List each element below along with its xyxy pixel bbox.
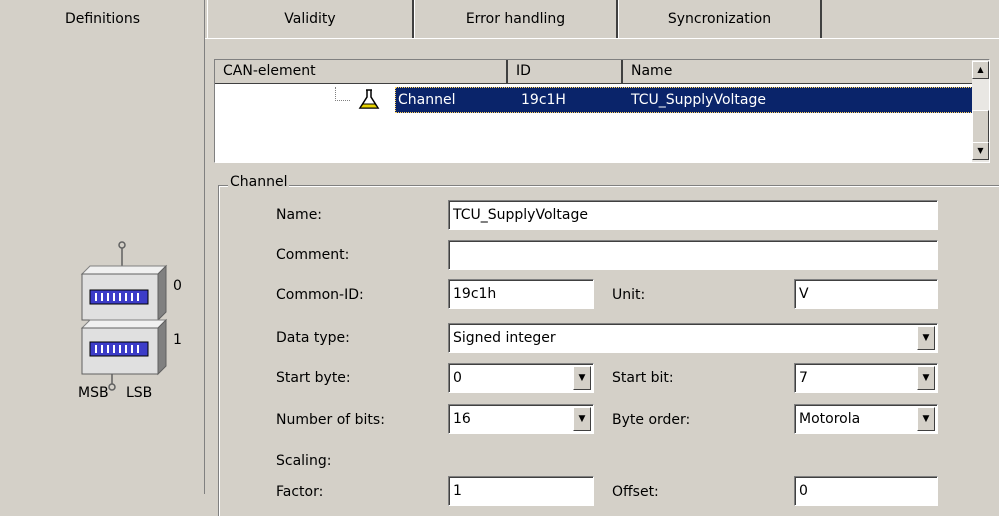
byte-order-select[interactable]: Motorola ▼: [794, 404, 938, 434]
byte-index-1: 1: [173, 332, 182, 348]
list-item[interactable]: Channel 19c1H TCU_SupplyVoltage: [215, 87, 973, 113]
offset-label: Offset:: [612, 484, 659, 500]
tab-validity[interactable]: Validity: [207, 0, 414, 38]
tab-error-handling[interactable]: Error handling: [414, 0, 618, 38]
column-header-name[interactable]: Name: [623, 60, 973, 84]
scroll-up-button[interactable]: ▲: [972, 61, 989, 79]
byte-index-0: 0: [173, 278, 182, 294]
start-byte-select[interactable]: 0 ▼: [448, 363, 594, 393]
column-header-id[interactable]: ID: [508, 60, 623, 84]
start-bit-select[interactable]: 7 ▼: [794, 363, 938, 393]
chevron-down-icon[interactable]: ▼: [917, 366, 935, 390]
row-id: 19c1H: [521, 92, 566, 108]
lsb-label: LSB: [126, 385, 153, 401]
unit-field[interactable]: V: [794, 279, 938, 309]
number-of-bits-label: Number of bits:: [276, 412, 385, 428]
can-element-list[interactable]: CAN-element ID Name Channel 19c1H TCU_Su…: [214, 59, 990, 163]
byte-stack-icon: [80, 241, 168, 391]
chevron-down-icon[interactable]: ▼: [573, 407, 591, 431]
scroll-down-button[interactable]: ▼: [972, 142, 989, 160]
row-name: TCU_SupplyVoltage: [631, 92, 766, 108]
chevron-down-icon[interactable]: ▼: [917, 326, 935, 350]
offset-field[interactable]: 0: [794, 476, 938, 506]
scaling-label: Scaling:: [276, 453, 332, 469]
start-byte-label: Start byte:: [276, 370, 351, 386]
common-id-field[interactable]: 19c1h: [448, 279, 594, 309]
vertical-scrollbar[interactable]: ▲ ▼: [972, 60, 989, 162]
chevron-down-icon[interactable]: ▼: [917, 407, 935, 431]
channel-group-title: Channel: [228, 174, 290, 190]
flask-icon: [357, 89, 381, 115]
unit-label: Unit:: [612, 287, 646, 303]
number-of-bits-select[interactable]: 16 ▼: [448, 404, 594, 434]
tab-label: Definitions: [64, 11, 141, 27]
data-type-label: Data type:: [276, 330, 350, 346]
byte-layout-diagram: [74, 238, 184, 408]
tab-label: Validity: [284, 11, 336, 27]
byte-order-label: Byte order:: [612, 412, 691, 428]
row-element: Channel: [398, 92, 456, 108]
factor-label: Factor:: [276, 484, 324, 500]
tab-syncronization[interactable]: Syncronization: [618, 0, 822, 38]
comment-field[interactable]: [448, 240, 938, 270]
panel-divider: [204, 0, 205, 494]
tab-label: Error handling: [465, 11, 566, 27]
tree-line-icon: [335, 87, 350, 101]
name-label: Name:: [276, 207, 323, 223]
column-header-can-element[interactable]: CAN-element: [215, 60, 508, 84]
msb-label: MSB: [78, 385, 109, 401]
chevron-down-icon[interactable]: ▼: [573, 366, 591, 390]
tab-definitions[interactable]: Definitions: [0, 0, 205, 38]
start-bit-label: Start bit:: [612, 370, 674, 386]
comment-label: Comment:: [276, 247, 350, 263]
common-id-label: Common-ID:: [276, 287, 364, 303]
data-type-select[interactable]: Signed integer ▼: [448, 323, 938, 353]
factor-field[interactable]: 1: [448, 476, 594, 506]
tab-border: [205, 38, 999, 39]
name-field[interactable]: TCU_SupplyVoltage: [448, 200, 938, 230]
tab-label: Syncronization: [667, 11, 772, 27]
